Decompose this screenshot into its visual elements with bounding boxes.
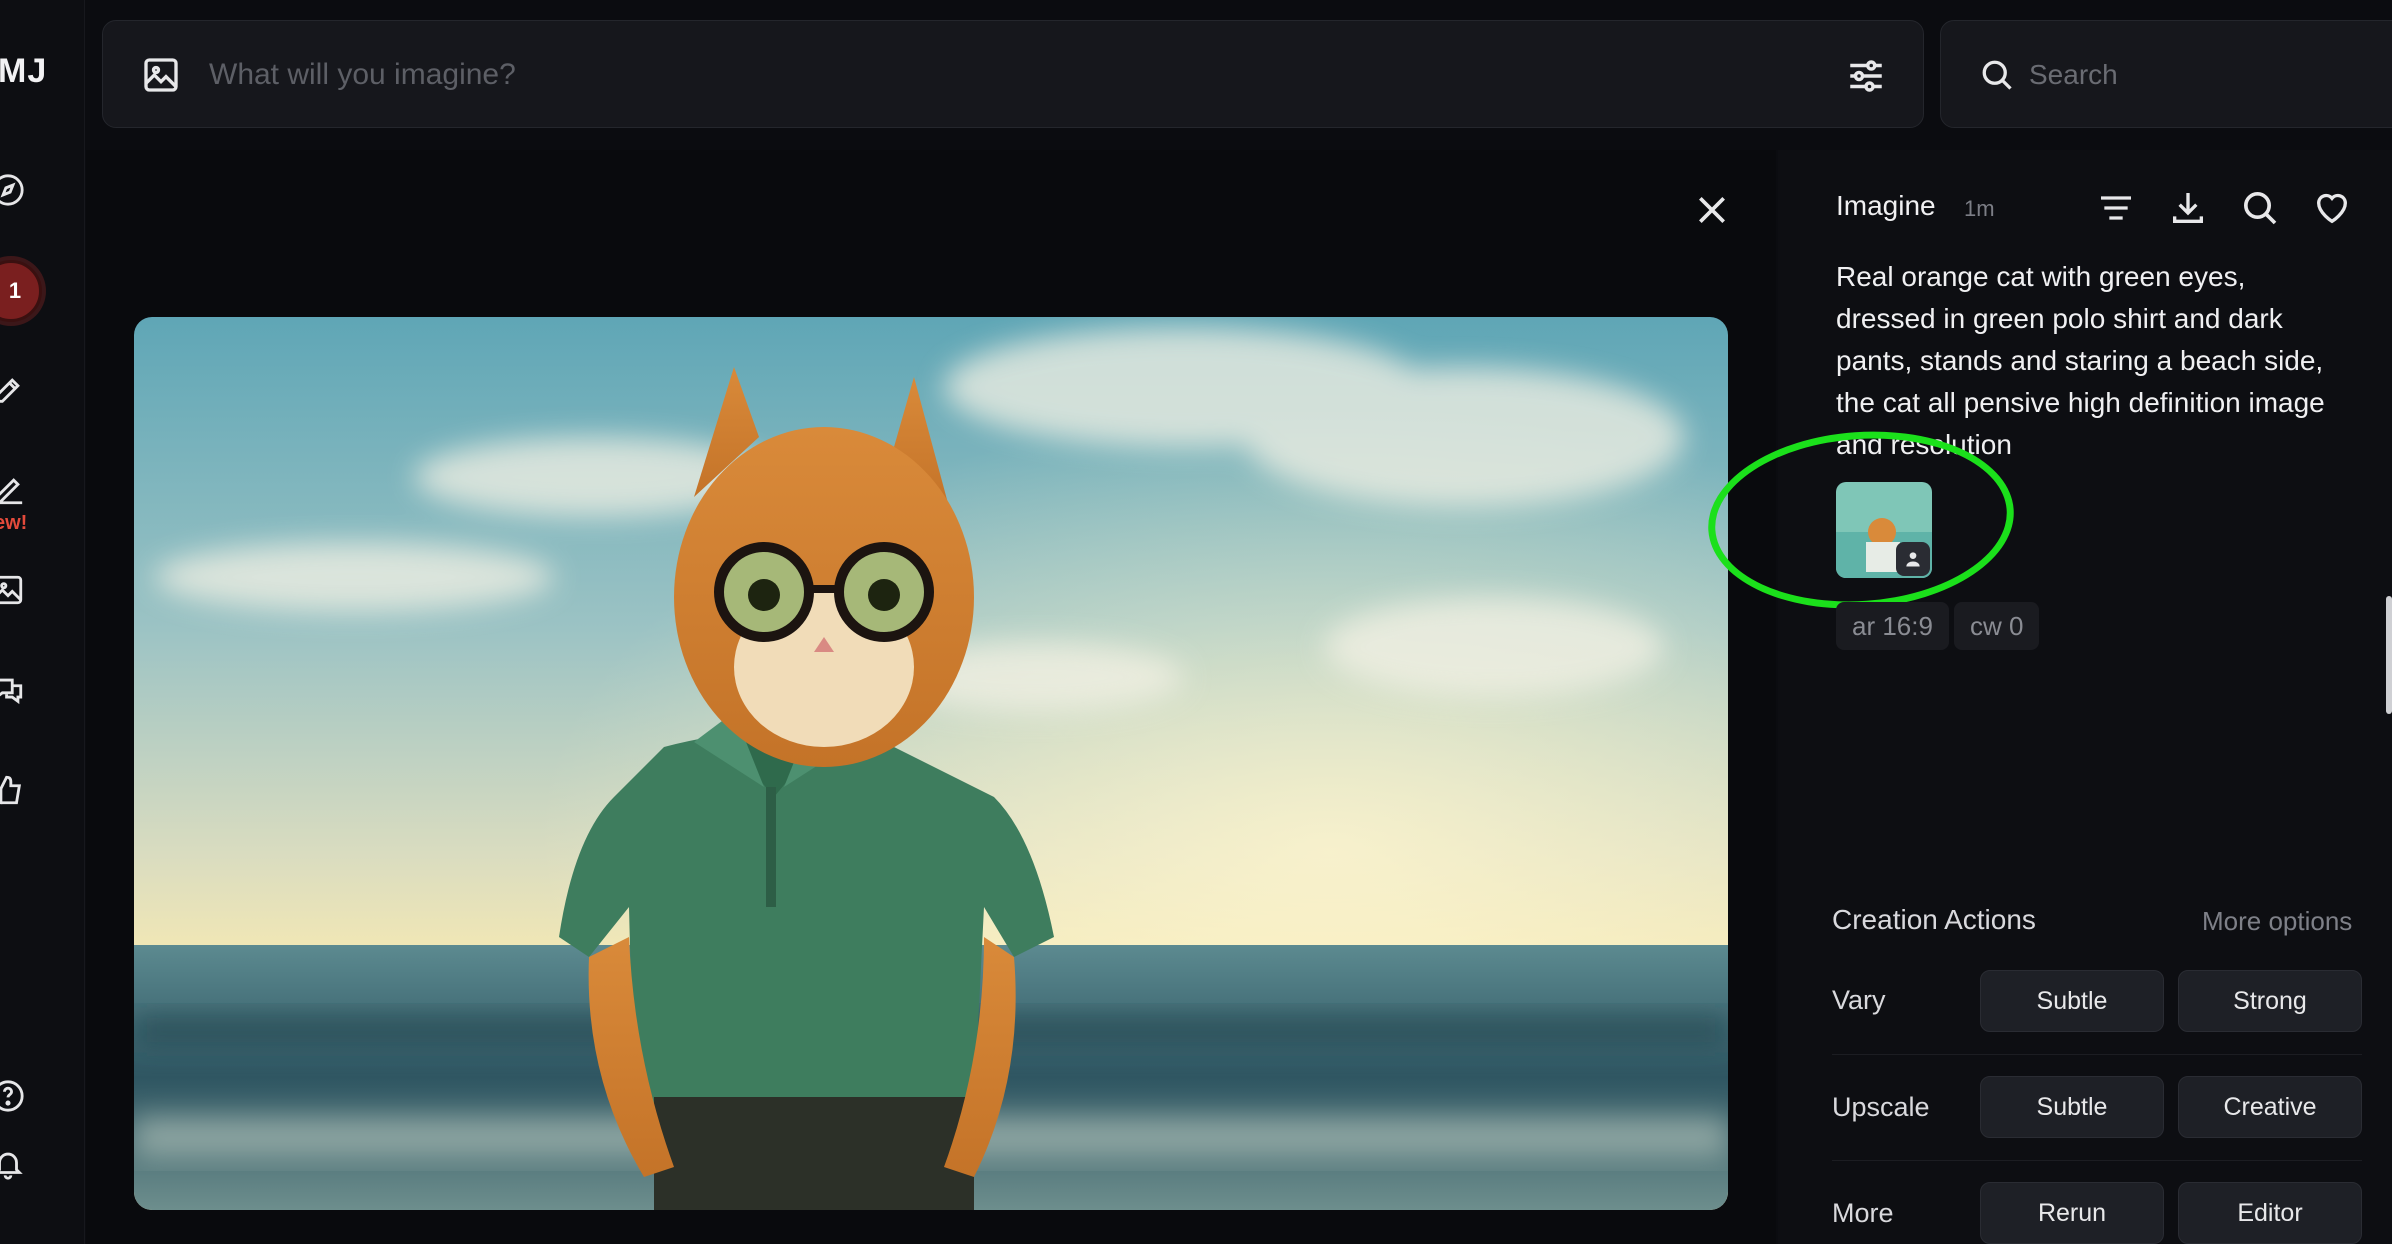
param-chip-cw[interactable]: cw 0 [1954, 602, 2040, 650]
app-logo[interactable]: MJ [0, 52, 47, 91]
divider [1832, 1054, 2362, 1055]
person-icon [1906, 552, 1920, 567]
close-icon[interactable] [1692, 190, 1732, 230]
prompt-bar [102, 20, 1924, 128]
sidebar-item-tasks[interactable] [0, 770, 28, 810]
bell-icon [0, 1152, 23, 1180]
compass-icon [0, 174, 24, 206]
prompt-input[interactable] [209, 51, 1789, 99]
creation-actions-title: Creation Actions [1832, 904, 2036, 935]
new-label: ew! [0, 512, 28, 534]
help-icon [0, 1080, 24, 1112]
param-chip-aspect-ratio[interactable]: ar 16:9 [1836, 602, 1949, 650]
more-label: More [1832, 1198, 1894, 1228]
vary-label: Vary [1832, 985, 1886, 1015]
sidebar-item-updates[interactable] [0, 1144, 28, 1184]
notification-badge[interactable]: 1 [0, 260, 42, 322]
editor-button[interactable]: Editor [2178, 1182, 2362, 1244]
cat-image [134, 317, 1728, 1210]
panel-title: Imagine [1836, 190, 1936, 221]
settings-sliders-icon[interactable] [1845, 55, 1887, 97]
search-input[interactable] [2029, 53, 2359, 97]
search-icon [1982, 60, 2012, 90]
prompt-text[interactable]: Real orange cat with green eyes, dressed… [1836, 256, 2336, 466]
app-root: MJ 1 ew! [0, 0, 2392, 1244]
more-options-link[interactable]: More options [2202, 906, 2352, 937]
person-badge [1896, 542, 1930, 576]
image-icon [0, 575, 23, 605]
generated-image[interactable] [134, 317, 1728, 1210]
image-prompt-icon[interactable] [141, 55, 181, 95]
thumbs-up-icon [0, 775, 22, 805]
sidebar: MJ 1 ew! [0, 0, 85, 1244]
vary-subtle-button[interactable]: Subtle [1980, 970, 2164, 1032]
search-similar-icon[interactable] [2240, 188, 2280, 228]
sidebar-item-organize[interactable] [0, 570, 28, 610]
sidebar-item-editor[interactable] [0, 470, 28, 510]
sidebar-item-create[interactable] [0, 370, 28, 410]
divider [1832, 1160, 2362, 1161]
upscale-subtle-button[interactable]: Subtle [1980, 1076, 2164, 1138]
sidebar-item-help[interactable] [0, 1076, 28, 1116]
panel-scrollbar[interactable] [2386, 596, 2392, 714]
search-box [1940, 20, 2392, 128]
rerun-button[interactable]: Rerun [1980, 1182, 2164, 1244]
pen-new-icon [0, 478, 23, 505]
sidebar-item-explore[interactable] [0, 170, 28, 210]
menu-lines-icon[interactable] [2096, 188, 2136, 228]
upscale-creative-button[interactable]: Creative [2178, 1076, 2362, 1138]
reference-image-thumbnail[interactable] [1836, 482, 1932, 578]
panel-timestamp: 1m [1964, 196, 1995, 221]
upscale-label: Upscale [1832, 1092, 1930, 1122]
sidebar-item-chat[interactable] [0, 670, 28, 710]
download-icon[interactable] [2168, 188, 2208, 228]
chat-icon [0, 678, 23, 705]
heart-icon[interactable] [2312, 188, 2352, 228]
edit-icon [0, 378, 20, 403]
vary-strong-button[interactable]: Strong [2178, 970, 2362, 1032]
